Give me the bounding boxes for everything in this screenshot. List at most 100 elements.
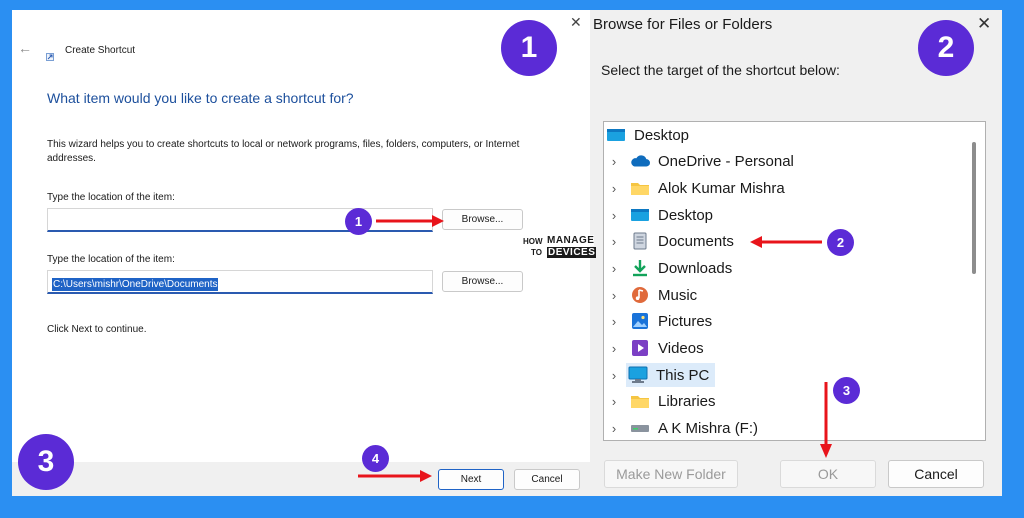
libraries-folder-icon xyxy=(630,392,650,410)
arrow-to-browse-icon xyxy=(376,214,446,233)
chevron-right-icon[interactable]: › xyxy=(606,288,622,303)
download-icon xyxy=(630,259,650,277)
callout-small-2: 2 xyxy=(827,229,854,256)
callout-big-2: 2 xyxy=(918,20,974,76)
chevron-right-icon[interactable]: › xyxy=(606,341,622,356)
shortcut-icon xyxy=(46,48,54,66)
tree-item-videos[interactable]: › Videos xyxy=(604,335,704,361)
back-arrow-icon[interactable]: ← xyxy=(18,40,32,56)
tree-item-drive[interactable]: › A K Mishra (F:) xyxy=(604,415,759,440)
wizard-heading: What item would you like to create a sho… xyxy=(47,90,354,106)
browse-cancel-button[interactable]: Cancel xyxy=(888,460,984,488)
tree-item-label: Documents xyxy=(658,232,734,250)
folder-tree[interactable]: Desktop › OneDrive - Personal › Alok Kum… xyxy=(603,121,986,441)
chevron-right-icon[interactable]: › xyxy=(606,421,622,436)
wizard-close-icon[interactable]: ✕ xyxy=(570,14,582,31)
chevron-right-icon[interactable]: › xyxy=(606,261,622,276)
tree-item-label: Pictures xyxy=(658,312,713,330)
howto-manage-devices-logo: HOW TO MANAGE DEVICES xyxy=(523,234,603,260)
create-shortcut-wizard: ← Create Shortcut ✕ What item would you … xyxy=(12,10,591,496)
tree-item-label: Desktop xyxy=(634,126,690,144)
callout-big-1: 1 xyxy=(501,20,557,76)
wizard-description: This wizard helps you to create shortcut… xyxy=(47,139,520,164)
browse-button-2-label: Browse... xyxy=(461,276,504,287)
callout-small-2-number: 2 xyxy=(836,235,845,250)
chevron-right-icon[interactable]: › xyxy=(606,368,622,383)
tree-item-label: Videos xyxy=(658,339,704,357)
documents-icon xyxy=(630,232,650,250)
location-label-2: Type the location of the item: xyxy=(47,254,175,265)
chevron-right-icon[interactable]: › xyxy=(606,181,622,196)
arrow-to-next-icon xyxy=(358,469,434,488)
logo-devices: DEVICES xyxy=(547,247,597,258)
arrow-to-documents-icon xyxy=(748,235,822,254)
browse-cancel-label: Cancel xyxy=(914,466,958,482)
this-pc-icon xyxy=(628,366,648,384)
browse-instruction: Select the target of the shortcut below: xyxy=(601,62,840,78)
logo-to: TO xyxy=(531,248,542,257)
desktop-folder-icon xyxy=(606,126,626,144)
user-folder-icon xyxy=(630,179,650,197)
tree-item-label: A K Mishra (F:) xyxy=(658,419,759,437)
tree-item-label: Downloads xyxy=(658,259,733,277)
callout-small-3-number: 3 xyxy=(842,383,851,398)
tree-item-user[interactable]: › Alok Kumar Mishra xyxy=(604,175,785,201)
browse-button-1-label: Browse... xyxy=(461,214,504,225)
wizard-footer xyxy=(12,462,591,496)
chevron-right-icon[interactable]: › xyxy=(606,154,622,169)
tree-item-label: Music xyxy=(658,286,698,304)
browse-close-icon[interactable]: ✕ xyxy=(977,14,991,34)
tree-item-label: Desktop xyxy=(658,206,714,224)
callout-big-1-number: 1 xyxy=(520,31,538,64)
tree-item-downloads[interactable]: › Downloads xyxy=(604,255,732,281)
videos-icon xyxy=(630,339,650,357)
tree-item-documents[interactable]: › Documents xyxy=(604,228,734,254)
callout-small-3: 3 xyxy=(833,377,860,404)
tree-item-label: Alok Kumar Mishra xyxy=(658,179,785,197)
make-new-folder-button[interactable]: Make New Folder xyxy=(604,460,738,488)
chevron-right-icon[interactable]: › xyxy=(606,394,622,409)
callout-small-4: 4 xyxy=(362,445,389,472)
wizard-cancel-button-label: Cancel xyxy=(531,474,563,485)
wizard-cancel-button[interactable]: Cancel xyxy=(514,469,580,490)
callout-small-1: 1 xyxy=(345,208,372,235)
next-button-label: Next xyxy=(460,474,482,485)
chevron-right-icon[interactable]: › xyxy=(606,234,622,249)
make-new-folder-label: Make New Folder xyxy=(616,466,726,482)
ok-button-label: OK xyxy=(817,466,839,482)
wizard-hint: Click Next to continue. xyxy=(47,324,147,335)
callout-big-2-number: 2 xyxy=(937,31,955,64)
browse-button-1[interactable]: Browse... xyxy=(442,209,523,230)
music-icon xyxy=(630,286,650,304)
onedrive-cloud-icon xyxy=(630,152,650,170)
callout-small-4-number: 4 xyxy=(371,451,380,466)
chevron-right-icon[interactable]: › xyxy=(606,314,622,329)
tree-item-desktop[interactable]: › Desktop xyxy=(604,202,713,228)
browse-dialog-title: Browse for Files or Folders xyxy=(593,16,773,33)
tree-scrollbar[interactable] xyxy=(972,142,976,274)
tree-item-onedrive[interactable]: › OneDrive - Personal xyxy=(604,148,794,174)
tree-item-label: OneDrive - Personal xyxy=(658,152,794,170)
tree-item-this-pc[interactable]: › This PC xyxy=(604,362,716,388)
location-input-2[interactable]: C:\Users\mishr\OneDrive\Documents xyxy=(47,270,433,294)
tree-item-music[interactable]: › Music xyxy=(604,282,697,308)
callout-big-3-number: 3 xyxy=(37,445,55,478)
browse-button-2[interactable]: Browse... xyxy=(442,271,523,292)
tree-item-label: This PC xyxy=(656,366,710,384)
logo-how: HOW xyxy=(523,237,543,246)
location-input-2-value: C:\Users\mishr\OneDrive\Documents xyxy=(52,278,219,291)
logo-manage: MANAGE xyxy=(547,235,595,246)
pictures-icon xyxy=(630,312,650,330)
tree-item-libraries[interactable]: › Libraries xyxy=(604,388,716,414)
tree-item-pictures[interactable]: › Pictures xyxy=(604,308,712,334)
tree-item-desktop-root[interactable]: Desktop xyxy=(604,122,689,148)
next-button[interactable]: Next xyxy=(438,469,504,490)
location-label-1: Type the location of the item: xyxy=(47,192,175,203)
callout-small-1-number: 1 xyxy=(354,214,363,229)
desktop-folder-icon xyxy=(630,206,650,224)
chevron-right-icon[interactable]: › xyxy=(606,208,622,223)
wizard-title: Create Shortcut xyxy=(65,45,136,56)
drive-icon xyxy=(630,419,650,437)
arrow-to-ok-icon xyxy=(819,382,833,465)
callout-big-3: 3 xyxy=(18,434,74,490)
